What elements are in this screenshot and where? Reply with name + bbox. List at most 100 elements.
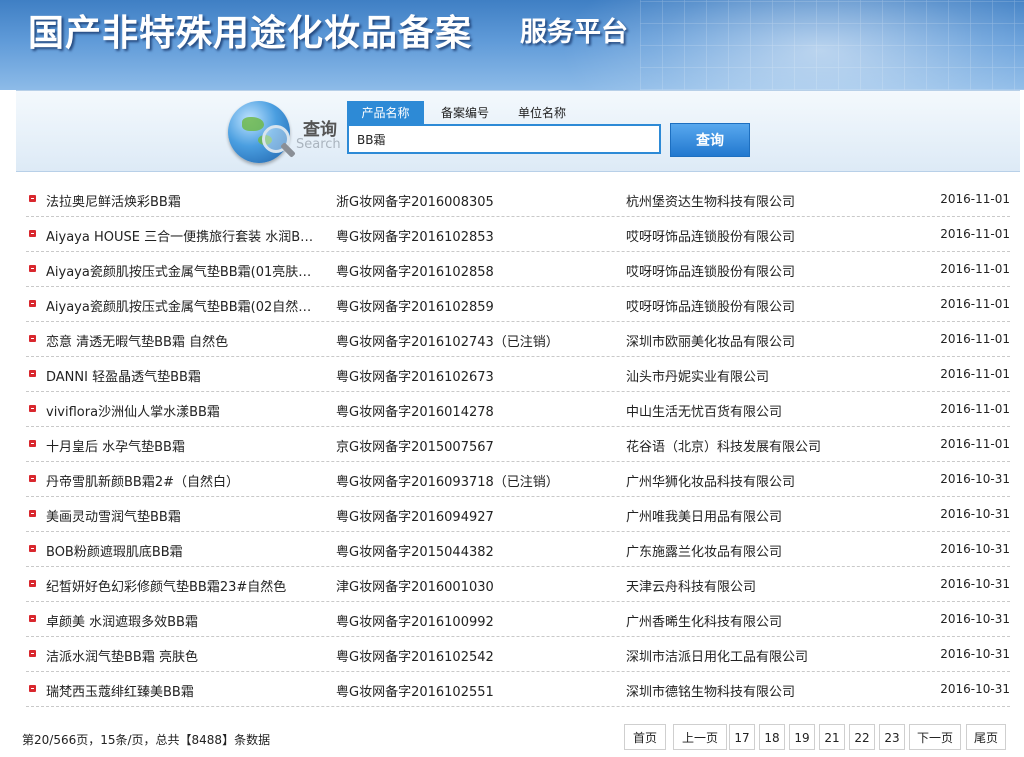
result-row: viviflora沙洲仙人掌水漾BB霜 粤G妆网备字2016014278 中山生活无… xyxy=(26,392,1010,427)
company-name: 汕头市丹妮实业有限公司 xyxy=(626,370,770,385)
result-row: Aiyaya HOUSE 三合一便携旅行套装 水润B… 粤G妆网备字2016102… xyxy=(26,217,1010,252)
search-button[interactable]: 查询 xyxy=(670,123,750,157)
result-row: 法拉奥尼鲜活焕彩BB霜 浙G妆网备字2016008305 杭州堡资达生物科技有限公司… xyxy=(26,182,1010,217)
company-name: 深圳市洁派日用化工品有限公司 xyxy=(626,650,809,665)
prev-page-button[interactable]: 上一页 xyxy=(673,724,727,750)
product-name-link[interactable]: 美画灵动雪润气垫BB霜 xyxy=(46,506,324,525)
record-number: 粤G妆网备字2016093718（已注销） xyxy=(336,475,559,490)
page-number-button[interactable]: 22 xyxy=(849,724,875,750)
pagination-bar: 第20/566页，15条/页，总共【8488】条数据 首页 上一页 17 18 … xyxy=(16,721,1020,757)
page-number-button[interactable]: 23 xyxy=(879,724,905,750)
search-panel: 查询 Search 产品名称 备案编号 单位名称 查询 xyxy=(16,90,1020,172)
record-number: 粤G妆网备字2016102743（已注销） xyxy=(336,335,559,350)
record-number: 粤G妆网备字2016094927 xyxy=(336,510,494,525)
record-date: 2016-10-31 xyxy=(940,612,1010,626)
result-row: 瑞梵西玉蔻绯红臻美BB霜 粤G妆网备字2016102551 深圳市德铭生物科技有限公… xyxy=(26,672,1010,707)
product-name-link[interactable]: 丹帝雪肌新颜BB霜2#（自然白） xyxy=(46,471,324,490)
result-row: DANNI 轻盈晶透气垫BB霜 粤G妆网备字2016102673 汕头市丹妮实业有限… xyxy=(26,357,1010,392)
product-name-link[interactable]: DANNI 轻盈晶透气垫BB霜 xyxy=(46,366,324,385)
product-name-link[interactable]: Aiyaya HOUSE 三合一便携旅行套装 水润B… xyxy=(46,226,324,245)
results-list: 法拉奥尼鲜活焕彩BB霜 浙G妆网备字2016008305 杭州堡资达生物科技有限公司… xyxy=(26,182,1010,707)
bullet-icon xyxy=(29,545,36,552)
result-row: BOB粉颜遮瑕肌底BB霜 粤G妆网备字2015044382 广东施露兰化妆品有限公司… xyxy=(26,532,1010,567)
record-date: 2016-11-01 xyxy=(940,402,1010,416)
tab-record-number[interactable]: 备案编号 xyxy=(427,101,503,125)
bullet-icon xyxy=(29,265,36,272)
product-name-link[interactable]: 十月皇后 水孕气垫BB霜 xyxy=(46,436,324,455)
bullet-icon xyxy=(29,405,36,412)
record-number: 粤G妆网备字2016014278 xyxy=(336,405,494,420)
globe-land-shape xyxy=(242,117,264,131)
record-number: 粤G妆网备字2016100992 xyxy=(336,615,494,630)
result-row: 十月皇后 水孕气垫BB霜 京G妆网备字2015007567 花谷语（北京）科技发展有… xyxy=(26,427,1010,462)
record-date: 2016-10-31 xyxy=(940,577,1010,591)
record-number: 粤G妆网备字2016102853 xyxy=(336,230,494,245)
bullet-icon xyxy=(29,615,36,622)
record-date: 2016-10-31 xyxy=(940,647,1010,661)
bullet-icon xyxy=(29,475,36,482)
record-date: 2016-10-31 xyxy=(940,542,1010,556)
record-number: 津G妆网备字2016001030 xyxy=(336,580,494,595)
bullet-icon xyxy=(29,650,36,657)
company-name: 广州香晞生化科技有限公司 xyxy=(626,615,783,630)
record-date: 2016-10-31 xyxy=(940,682,1010,696)
result-row: 纪皙妍好色幻彩修颜气垫BB霜23#自然色 津G妆网备字2016001030 天津云舟… xyxy=(26,567,1010,602)
record-date: 2016-11-01 xyxy=(940,437,1010,451)
product-name-link[interactable]: 卓颜美 水润遮瑕多效BB霜 xyxy=(46,611,324,630)
bullet-icon xyxy=(29,370,36,377)
tab-product-name[interactable]: 产品名称 xyxy=(347,101,424,125)
bullet-icon xyxy=(29,300,36,307)
site-title: 国产非特殊用途化妆品备案 xyxy=(28,12,473,54)
last-page-button[interactable]: 尾页 xyxy=(966,724,1006,750)
record-date: 2016-11-01 xyxy=(940,262,1010,276)
page-number-button[interactable]: 18 xyxy=(759,724,785,750)
product-name-link[interactable]: BOB粉颜遮瑕肌底BB霜 xyxy=(46,541,324,560)
bullet-icon xyxy=(29,510,36,517)
record-number: 粤G妆网备字2016102858 xyxy=(336,265,494,280)
record-number: 粤G妆网备字2016102673 xyxy=(336,370,494,385)
record-number: 粤G妆网备字2015044382 xyxy=(336,545,494,560)
company-name: 广州华狮化妆品科技有限公司 xyxy=(626,475,796,490)
product-name-link[interactable]: 纪皙妍好色幻彩修颜气垫BB霜23#自然色 xyxy=(46,576,324,595)
page-info: 第20/566页，15条/页，总共【8488】条数据 xyxy=(22,733,271,747)
product-name-link[interactable]: 洁派水润气垫BB霜 亮肤色 xyxy=(46,646,324,665)
bullet-icon xyxy=(29,230,36,237)
product-name-link[interactable]: 恋意 清透无暇气垫BB霜 自然色 xyxy=(46,331,324,350)
search-input[interactable] xyxy=(347,124,661,154)
company-name: 广东施露兰化妆品有限公司 xyxy=(626,545,783,560)
record-date: 2016-11-01 xyxy=(940,332,1010,346)
company-name: 哎呀呀饰品连锁股份有限公司 xyxy=(626,300,796,315)
company-name: 杭州堡资达生物科技有限公司 xyxy=(626,195,796,210)
company-name: 花谷语（北京）科技发展有限公司 xyxy=(626,440,822,455)
bullet-icon xyxy=(29,685,36,692)
record-number: 粤G妆网备字2016102551 xyxy=(336,685,494,700)
tab-unit-name[interactable]: 单位名称 xyxy=(506,101,578,125)
record-date: 2016-10-31 xyxy=(940,507,1010,521)
record-number: 粤G妆网备字2016102542 xyxy=(336,650,494,665)
page-number-button[interactable]: 19 xyxy=(789,724,815,750)
search-label-en: Search xyxy=(296,137,341,152)
product-name-link[interactable]: viviflora沙洲仙人掌水漾BB霜 xyxy=(46,401,324,420)
record-date: 2016-11-01 xyxy=(940,367,1010,381)
page-number-button[interactable]: 21 xyxy=(819,724,845,750)
next-page-button[interactable]: 下一页 xyxy=(909,724,961,750)
record-date: 2016-10-31 xyxy=(940,472,1010,486)
company-name: 广州唯我美日用品有限公司 xyxy=(626,510,783,525)
product-name-link[interactable]: Aiyaya瓷颜肌按压式金属气垫BB霜(01亮肤… xyxy=(46,261,324,280)
page-number-button[interactable]: 17 xyxy=(729,724,755,750)
record-number: 京G妆网备字2015007567 xyxy=(336,440,494,455)
result-row: 卓颜美 水润遮瑕多效BB霜 粤G妆网备字2016100992 广州香晞生化科技有限公… xyxy=(26,602,1010,637)
product-name-link[interactable]: 瑞梵西玉蔻绯红臻美BB霜 xyxy=(46,681,324,700)
record-date: 2016-11-01 xyxy=(940,192,1010,206)
product-name-link[interactable]: Aiyaya瓷颜肌按压式金属气垫BB霜(02自然… xyxy=(46,296,324,315)
company-name: 天津云舟科技有限公司 xyxy=(626,580,757,595)
record-number: 浙G妆网备字2016008305 xyxy=(336,195,494,210)
bullet-icon xyxy=(29,440,36,447)
header-banner: 国产非特殊用途化妆品备案 服务平台 xyxy=(0,0,1024,90)
company-name: 深圳市欧丽美化妆品有限公司 xyxy=(626,335,796,350)
product-name-link[interactable]: 法拉奥尼鲜活焕彩BB霜 xyxy=(46,191,324,210)
first-page-button[interactable]: 首页 xyxy=(624,724,666,750)
company-name: 哎呀呀饰品连锁股份有限公司 xyxy=(626,265,796,280)
result-row: Aiyaya瓷颜肌按压式金属气垫BB霜(02自然… 粤G妆网备字201610285… xyxy=(26,287,1010,322)
company-name: 中山生活无忧百货有限公司 xyxy=(626,405,783,420)
